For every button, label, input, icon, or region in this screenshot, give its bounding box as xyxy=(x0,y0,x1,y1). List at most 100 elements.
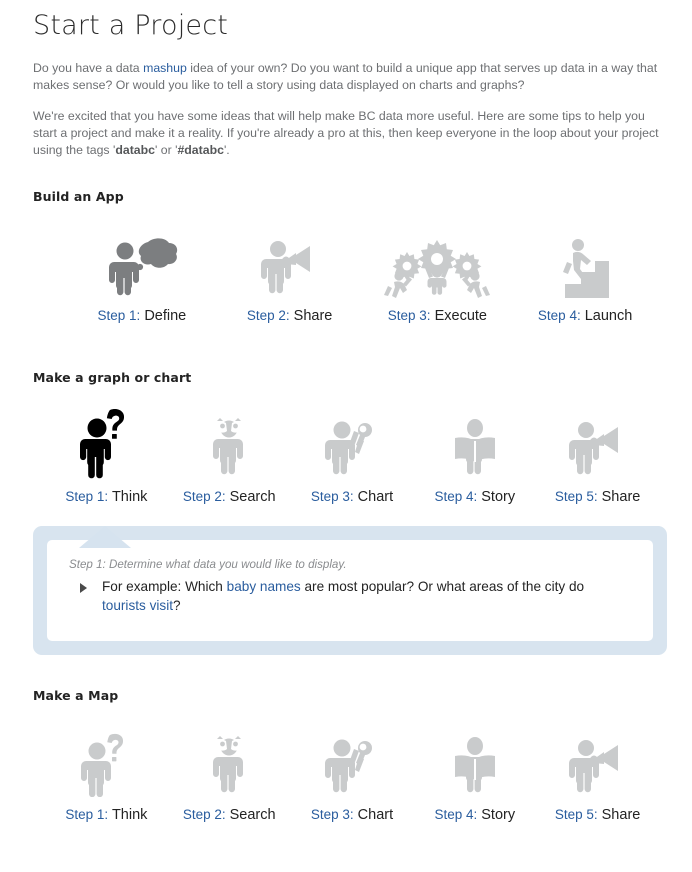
step-chart[interactable]: Step 3: Chart xyxy=(291,407,414,506)
step-number: Step 4: xyxy=(434,489,478,504)
step-label-map-search: Step 2: Search xyxy=(183,806,276,824)
step-number: Step 4: xyxy=(434,807,478,822)
callout-item-text-a: For example: Which xyxy=(102,579,227,594)
people-gears-icon xyxy=(381,226,493,298)
step-share-chart[interactable]: Step 5: Share xyxy=(536,407,659,506)
step-define[interactable]: Step 1: Define xyxy=(68,226,216,325)
step-number: Step 3: xyxy=(310,489,354,504)
step-name: Define xyxy=(144,308,187,324)
step-number: Step 4: xyxy=(537,308,581,323)
step-label-share-chart: Step 5: Share xyxy=(555,488,641,506)
step-label-search: Step 2: Search xyxy=(183,488,276,506)
step-name: Execute xyxy=(434,308,487,324)
step-map-chart[interactable]: Step 3: Chart xyxy=(291,725,414,824)
callout-inner: Step 1: Determine what data you would li… xyxy=(47,540,653,641)
step-detail-callout: Step 1: Determine what data you would li… xyxy=(33,526,667,655)
person-megaphone-icon xyxy=(568,407,628,479)
step-execute[interactable]: Step 3: Execute xyxy=(364,226,512,325)
step-number: Step 2: xyxy=(246,308,290,323)
step-number: Step 3: xyxy=(310,807,354,822)
tourists-visit-link[interactable]: tourists visit xyxy=(102,598,173,613)
callout-item-text-c: ? xyxy=(173,598,181,613)
step-label-think: Step 1: Think xyxy=(65,488,147,506)
step-launch[interactable]: Step 4: Launch xyxy=(511,226,659,325)
step-label-define: Step 1: Define xyxy=(98,307,187,325)
tag-databc: databc xyxy=(115,143,155,157)
step-number: Step 2: xyxy=(182,807,226,822)
person-book-icon xyxy=(449,725,501,797)
section-make-a-graph-or-chart: Make a graph or chart Step 1: Think Step… xyxy=(33,325,667,655)
step-label-map-think: Step 1: Think xyxy=(65,806,147,824)
callout-lead-text: Step 1: Determine what data you would li… xyxy=(69,558,347,571)
section-make-a-map: Make a Map Step 1: Think Step 2: Search … xyxy=(33,655,659,824)
intro-paragraph-2: We're excited that you have some ideas t… xyxy=(33,94,659,159)
step-map-story[interactable]: Step 4: Story xyxy=(413,725,536,824)
step-name: Chart xyxy=(357,489,394,505)
person-question-mark-icon xyxy=(79,407,133,479)
section-title-build-an-app: Build an App xyxy=(33,189,124,204)
step-map-share[interactable]: Step 5: Share xyxy=(536,725,659,824)
steps-row-make-a-map: Step 1: Think Step 2: Search Step 3: Cha… xyxy=(33,725,659,824)
start-a-project-page: Start a Project Do you have a data mashu… xyxy=(0,0,692,872)
person-megaphone-icon xyxy=(568,725,628,797)
baby-names-link[interactable]: baby names xyxy=(227,579,301,594)
section-title-make-a-map: Make a Map xyxy=(33,688,119,703)
intro-1-text-a: Do you have a data xyxy=(33,61,144,75)
step-name: Share xyxy=(601,489,641,505)
person-wrench-icon xyxy=(324,725,379,797)
step-share[interactable]: Step 2: Share xyxy=(216,226,364,325)
step-label-map-story: Step 4: Story xyxy=(434,806,515,824)
triangle-bullet-icon xyxy=(80,583,87,593)
step-name: Share xyxy=(601,807,641,823)
callout-list-item: For example: Which baby names are most p… xyxy=(69,577,631,615)
step-search[interactable]: Step 2: Search xyxy=(168,407,291,506)
step-label-map-share: Step 5: Share xyxy=(555,806,641,824)
step-label-map-chart: Step 3: Chart xyxy=(311,806,393,824)
callout-item-text-b: are most popular? Or what areas of the c… xyxy=(300,579,585,594)
step-label-execute: Step 3: Execute xyxy=(388,307,487,325)
step-label-share: Step 2: Share xyxy=(247,307,333,325)
step-number: Step 3: xyxy=(387,308,431,323)
person-thought-cloud-icon xyxy=(104,226,180,298)
person-stairs-icon xyxy=(555,226,615,298)
person-binoculars-icon xyxy=(206,407,252,479)
step-number: Step 2: xyxy=(182,489,226,504)
step-number: Step 5: xyxy=(554,807,598,822)
steps-row-make-a-graph-or-chart: Step 1: Think Step 2: Search Step 3: Cha… xyxy=(33,407,659,506)
step-map-think[interactable]: Step 1: Think xyxy=(45,725,168,824)
intro-2-text-b: ' or ' xyxy=(154,143,178,157)
step-think[interactable]: Step 1: Think xyxy=(45,407,168,506)
page-title: Start a Project xyxy=(33,10,229,41)
section-build-an-app: Build an App Step 1: Define Step 2: Shar… xyxy=(33,159,659,325)
step-name: Think xyxy=(111,807,148,823)
step-name: Launch xyxy=(584,308,633,324)
step-name: Share xyxy=(293,308,333,324)
step-number: Step 1: xyxy=(97,308,141,323)
step-name: Search xyxy=(229,807,276,823)
intro-paragraph-1: Do you have a data mashup idea of your o… xyxy=(33,43,659,94)
person-wrench-icon xyxy=(324,407,379,479)
step-name: Story xyxy=(481,807,516,823)
step-number: Step 1: xyxy=(65,489,109,504)
person-question-mark-icon xyxy=(79,725,133,797)
step-label-story: Step 4: Story xyxy=(434,488,515,506)
step-name: Think xyxy=(111,489,148,505)
section-title-make-a-graph-or-chart: Make a graph or chart xyxy=(33,370,192,385)
step-label-launch: Step 4: Launch xyxy=(538,307,632,325)
step-name: Story xyxy=(481,489,516,505)
step-label-chart: Step 3: Chart xyxy=(311,488,393,506)
step-number: Step 5: xyxy=(554,489,598,504)
person-binoculars-icon xyxy=(206,725,252,797)
intro-2-text-c: '. xyxy=(223,143,230,157)
step-map-search[interactable]: Step 2: Search xyxy=(168,725,291,824)
step-number: Step 1: xyxy=(65,807,109,822)
callout-arrow xyxy=(79,526,131,548)
person-megaphone-icon xyxy=(260,226,320,298)
tag-hashtag-databc: #databc xyxy=(177,143,224,157)
callout-list: For example: Which baby names are most p… xyxy=(69,577,631,615)
step-story[interactable]: Step 4: Story xyxy=(413,407,536,506)
person-book-icon xyxy=(449,407,501,479)
step-name: Search xyxy=(229,489,276,505)
steps-row-build-an-app: Step 1: Define Step 2: Share Step 3: Exe… xyxy=(33,226,659,325)
mashup-link[interactable]: mashup xyxy=(143,61,187,75)
